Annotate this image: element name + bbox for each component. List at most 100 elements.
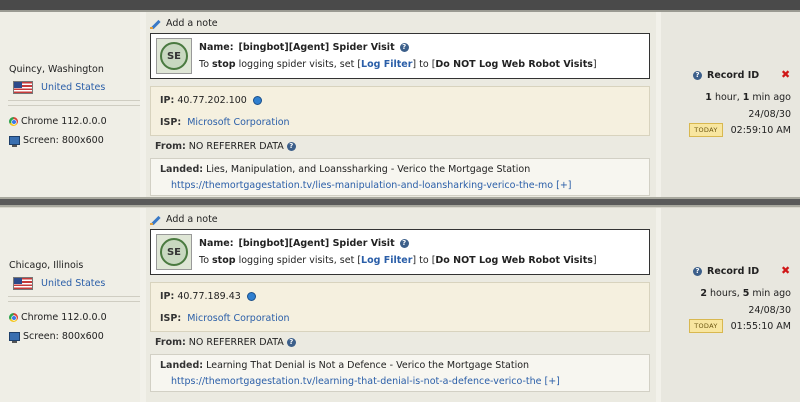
visit-time: 01:55:10 AM (730, 320, 791, 332)
add-note-button[interactable]: Add a note (150, 18, 218, 29)
close-icon[interactable]: ✖ (781, 68, 790, 81)
hint-text: To (199, 255, 213, 266)
screen-row: Screen: 800x600 (9, 331, 104, 343)
visit-details-column: Add a note SE Name: [bingbot][Agent] Spi… (146, 12, 656, 206)
isp-link[interactable]: Microsoft Corporation (187, 117, 289, 128)
log-filter-link[interactable]: Log Filter (361, 59, 412, 70)
isp-row: ISP: Microsoft Corporation (160, 117, 290, 128)
ip-label: IP: (160, 291, 175, 302)
visit-time-row: TODAY 01:55:10 AM (689, 319, 791, 333)
country-row: United States (13, 277, 105, 290)
record-id-label: Record ID (707, 266, 760, 277)
ip-row: IP: 40.77.202.100 (160, 95, 262, 106)
record-divider (0, 197, 800, 207)
visitor-record: Chicago, Illinois United States Chrome 1… (0, 208, 800, 402)
record-id: ? Record ID (693, 266, 759, 277)
hint-text: ] to [ (412, 59, 436, 70)
us-flag-icon (13, 277, 33, 290)
visitor-record: Quincy, Washington United States Chrome … (0, 12, 800, 206)
visitor-name-box: SE Name: [bingbot][Agent] Spider Visit ?… (150, 33, 650, 79)
country-link[interactable]: United States (41, 82, 105, 93)
search-engine-icon: SE (156, 38, 192, 74)
location-text: Chicago, Illinois (9, 260, 84, 271)
isp-row: ISP: Microsoft Corporation (160, 313, 290, 324)
visit-details-column: Add a note SE Name: [bingbot][Agent] Spi… (146, 208, 656, 402)
landed-url-link[interactable]: https://themortgagestation.tv/lies-manip… (171, 180, 553, 191)
record-id: ? Record ID (693, 70, 759, 81)
pencil-icon (150, 19, 160, 29)
from-label: From: (155, 141, 186, 152)
ip-info-box: IP: 40.77.189.43 ISP: Microsoft Corporat… (150, 282, 650, 332)
landed-title: Learning That Denial is Not a Defence - … (206, 360, 530, 371)
hint-text: logging spider visits, set [ (235, 59, 362, 70)
country-link[interactable]: United States (41, 278, 105, 289)
hint-stop: stop (212, 255, 236, 266)
landed-label: Landed: (160, 164, 204, 175)
add-note-label: Add a note (166, 18, 218, 29)
referrer-row: From: NO REFERRER DATA ? (155, 141, 296, 152)
us-flag-icon (13, 81, 33, 94)
name-value: [bingbot][Agent] Spider Visit (238, 238, 395, 249)
chrome-icon (9, 117, 18, 126)
landing-page-box: Landed: Learning That Denial is Not a De… (150, 354, 650, 392)
today-badge: TODAY (689, 319, 723, 333)
search-engine-icon: SE (156, 234, 192, 270)
isp-label: ISP: (160, 313, 182, 324)
add-note-label: Add a note (166, 214, 218, 225)
visitor-name: Name: [bingbot][Agent] Spider Visit ? (199, 42, 409, 53)
visit-date: 24/08/30 (748, 305, 791, 316)
question-icon[interactable]: ? (286, 142, 296, 151)
screen-text: Screen: 800x600 (23, 331, 104, 342)
visitor-name-box: SE Name: [bingbot][Agent] Spider Visit ?… (150, 229, 650, 275)
visitor-info-column: Quincy, Washington United States Chrome … (0, 12, 140, 206)
hint-value: Do NOT Log Web Robot Visits (435, 255, 593, 266)
chrome-icon (9, 313, 18, 322)
close-icon[interactable]: ✖ (781, 264, 790, 277)
ip-value: 40.77.202.100 (177, 95, 247, 106)
hint-text: logging spider visits, set [ (235, 255, 362, 266)
ago-text: hour, (711, 92, 743, 103)
landed-url-row: https://themortgagestation.tv/learning-t… (171, 376, 560, 387)
visit-time-row: TODAY 02:59:10 AM (689, 123, 791, 137)
referrer-value: NO REFERRER DATA (188, 141, 284, 152)
expand-url-button[interactable]: [+] (545, 376, 560, 387)
expand-url-button[interactable]: [+] (556, 180, 571, 191)
visitor-name: Name: [bingbot][Agent] Spider Visit ? (199, 238, 409, 249)
visitor-info-column: Chicago, Illinois United States Chrome 1… (0, 208, 140, 402)
record-meta-column: ? Record ID ✖ 1 hour, 1 min ago 24/08/30… (661, 12, 800, 206)
name-label: Name: (199, 42, 234, 53)
country-row: United States (13, 81, 105, 94)
question-icon[interactable]: ? (286, 338, 296, 347)
question-icon[interactable]: ? (399, 239, 409, 248)
question-icon[interactable]: ? (399, 43, 409, 52)
add-note-button[interactable]: Add a note (150, 214, 218, 225)
landed-url-link[interactable]: https://themortgagestation.tv/learning-t… (171, 376, 541, 387)
from-label: From: (155, 337, 186, 348)
globe-icon[interactable] (246, 292, 256, 301)
visit-time: 02:59:10 AM (730, 124, 791, 136)
question-icon[interactable]: ? (693, 71, 702, 80)
record-id-label: Record ID (707, 70, 760, 81)
hint-text: ] (592, 255, 597, 266)
ip-label: IP: (160, 95, 175, 106)
ip-info-box: IP: 40.77.202.100 ISP: Microsoft Corpora… (150, 86, 650, 136)
ago-hours: 1 (705, 92, 712, 103)
top-border (0, 0, 800, 12)
landed-label: Landed: (160, 360, 204, 371)
spider-hint: To stop logging spider visits, set [Log … (199, 59, 597, 70)
log-filter-link[interactable]: Log Filter (361, 255, 412, 266)
question-icon[interactable]: ? (693, 267, 702, 276)
name-label: Name: (199, 238, 234, 249)
ip-row: IP: 40.77.189.43 (160, 291, 256, 302)
hint-value: Do NOT Log Web Robot Visits (435, 59, 593, 70)
today-badge: TODAY (689, 123, 723, 137)
info-separator (8, 296, 140, 302)
hint-text: ] (592, 59, 597, 70)
browser-text: Chrome 112.0.0.0 (21, 116, 107, 127)
monitor-icon (9, 136, 20, 147)
isp-link[interactable]: Microsoft Corporation (187, 313, 289, 324)
browser-text: Chrome 112.0.0.0 (21, 312, 107, 323)
referrer-row: From: NO REFERRER DATA ? (155, 337, 296, 348)
hint-text: ] to [ (412, 255, 436, 266)
globe-icon[interactable] (252, 96, 262, 105)
